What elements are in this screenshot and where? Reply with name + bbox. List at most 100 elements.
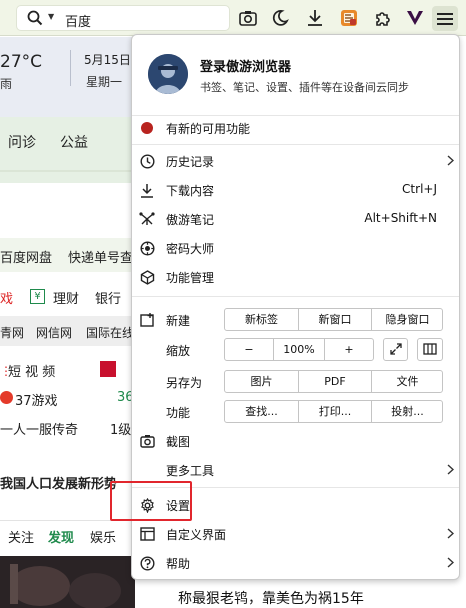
weekday-text: 星期一	[86, 75, 123, 89]
account-title[interactable]: 登录傲游浏览器	[200, 56, 291, 75]
finance-icon: ¥	[30, 289, 45, 304]
fullscreen-icon	[389, 343, 402, 358]
settings-highlight-box	[110, 481, 192, 521]
private-window-button[interactable]: 隐身窗口	[372, 309, 443, 330]
nav-underline	[0, 170, 135, 172]
address-search-box[interactable]: ▼ 百度	[16, 5, 230, 31]
news-caption-text: 称最狠老鸨，靠美色为祸15年	[178, 591, 364, 607]
update-dot-icon	[138, 119, 156, 137]
links-row-1: 百度网盘 快递单号查	[0, 238, 135, 272]
save-pdf-button[interactable]: PDF	[299, 371, 371, 392]
camera-icon	[138, 432, 156, 450]
download-icon[interactable]	[304, 7, 326, 29]
link-licai[interactable]: 理财	[53, 288, 79, 307]
customize-label: 自定义界面	[166, 528, 227, 542]
menu-item-history[interactable]: 历史记录	[132, 148, 459, 174]
menu-item-password[interactable]: 密码大师	[132, 235, 459, 261]
history-clock-icon	[138, 152, 156, 170]
notes-shortcut: Alt+Shift+N	[364, 211, 437, 225]
menu-item-notes[interactable]: 傲游笔记 Alt+Shift+N	[132, 206, 459, 232]
night-mode-icon[interactable]	[269, 7, 291, 29]
chevron-right-icon	[447, 528, 455, 542]
level-text: 1级	[110, 423, 132, 438]
new-tab-button[interactable]: 新标签	[225, 309, 298, 330]
menu-item-update[interactable]: 有新的可用功能	[132, 115, 459, 141]
nav-item-gongyi[interactable]: 公益	[60, 132, 88, 152]
news-photo[interactable]	[0, 556, 135, 608]
link-wangxin[interactable]: 网信网	[36, 324, 72, 341]
columns-icon	[423, 343, 437, 358]
screenshot-label: 截图	[166, 435, 191, 449]
notes-label: 傲游笔记	[166, 213, 215, 227]
news-caption[interactable]: 称最狠老鸨，靠美色为祸15年	[170, 584, 466, 608]
print-button[interactable]: 打印...	[299, 401, 371, 422]
legend-game-link[interactable]: 一人一服传奇	[0, 419, 78, 438]
game-logo-icon	[0, 391, 13, 404]
menu-item-screenshot[interactable]: 截图	[132, 428, 459, 454]
chevron-right-icon	[447, 464, 455, 478]
short-video-link[interactable]: 短 视 频	[8, 361, 55, 380]
tab-guanzhu[interactable]: 关注	[8, 527, 34, 546]
separator	[132, 144, 459, 145]
menu-item-features[interactable]: 功能管理	[132, 264, 459, 290]
new-window-icon	[138, 311, 156, 329]
game-link[interactable]: 37游戏	[15, 390, 58, 409]
date-text: 5月15日	[84, 53, 131, 67]
tab-yule[interactable]: 娱乐	[90, 527, 116, 546]
zoom-out-button[interactable]: −	[225, 339, 273, 360]
function-button-group: 查找... 打印... 投射...	[224, 400, 443, 423]
save-file-button[interactable]: 文件	[372, 371, 443, 392]
zoom-label: 缩放	[166, 344, 191, 358]
menu-icon[interactable]	[432, 6, 458, 31]
puzzle-icon[interactable]	[372, 7, 394, 29]
screenshot-icon[interactable]	[237, 7, 259, 29]
vip-logo-icon	[100, 361, 116, 377]
layout-icon	[138, 525, 156, 543]
temperature: 27°C	[0, 52, 43, 72]
zoom-in-button[interactable]: +	[325, 339, 373, 360]
tab-faxian[interactable]: 发现	[48, 527, 74, 546]
new-window-button[interactable]: 新窗口	[299, 309, 371, 330]
weather-divider	[70, 50, 71, 86]
password-icon	[138, 239, 156, 257]
link-yinhang[interactable]: 银行	[95, 288, 121, 307]
menu-item-help[interactable]: 帮助	[132, 550, 459, 576]
update-label: 有新的可用功能	[166, 122, 251, 136]
more-tools-label: 更多工具	[166, 464, 215, 478]
link-game[interactable]: 戏	[0, 288, 13, 307]
extension-orange-icon[interactable]	[338, 7, 360, 29]
save-as-button-group: 图片 PDF 文件	[224, 370, 443, 393]
menu-item-more-tools[interactable]: 更多工具	[132, 457, 459, 483]
features-label: 功能管理	[166, 271, 215, 285]
link-baidu-pan[interactable]: 百度网盘	[0, 247, 52, 266]
fullscreen-button[interactable]	[383, 338, 408, 361]
save-image-button[interactable]: 图片	[225, 371, 298, 392]
nav-item-wenzhen[interactable]: 问诊	[8, 132, 36, 152]
history-label: 历史记录	[166, 155, 215, 169]
menu-item-downloads[interactable]: 下载内容 Ctrl+J	[132, 177, 459, 203]
news-headline[interactable]: 我国人口发展新形势	[0, 473, 117, 492]
account-avatar-icon[interactable]	[148, 54, 188, 94]
links-row-3: 青网 网信网 国际在线	[0, 316, 135, 346]
password-label: 密码大师	[166, 242, 215, 256]
cube-icon	[138, 268, 156, 286]
notes-icon	[138, 210, 156, 228]
account-subtitle: 书签、笔记、设置、插件等在设备间云同步	[200, 81, 409, 94]
function-label: 功能	[166, 406, 191, 420]
link-qingwang[interactable]: 青网	[0, 324, 24, 341]
search-input[interactable]: 百度	[65, 11, 91, 30]
link-guoji[interactable]: 国际在线	[86, 324, 134, 341]
find-button[interactable]: 查找...	[225, 401, 298, 422]
search-icon[interactable]	[27, 10, 43, 29]
chevron-right-icon	[447, 557, 455, 571]
vivaldi-v-icon[interactable]	[404, 7, 426, 29]
weather-condition: 雨	[0, 77, 13, 91]
link-kuaidi[interactable]: 快递单号查	[68, 247, 133, 266]
reader-view-button[interactable]	[417, 338, 443, 361]
browser-toolbar: ▼ 百度	[0, 0, 466, 36]
zoom-button-group: − 100% +	[224, 338, 374, 361]
menu-item-customize[interactable]: 自定义界面	[132, 521, 459, 547]
search-engine-caret-icon[interactable]: ▼	[48, 12, 54, 21]
new-label: 新建	[166, 314, 191, 328]
cast-button[interactable]: 投射...	[372, 401, 443, 422]
